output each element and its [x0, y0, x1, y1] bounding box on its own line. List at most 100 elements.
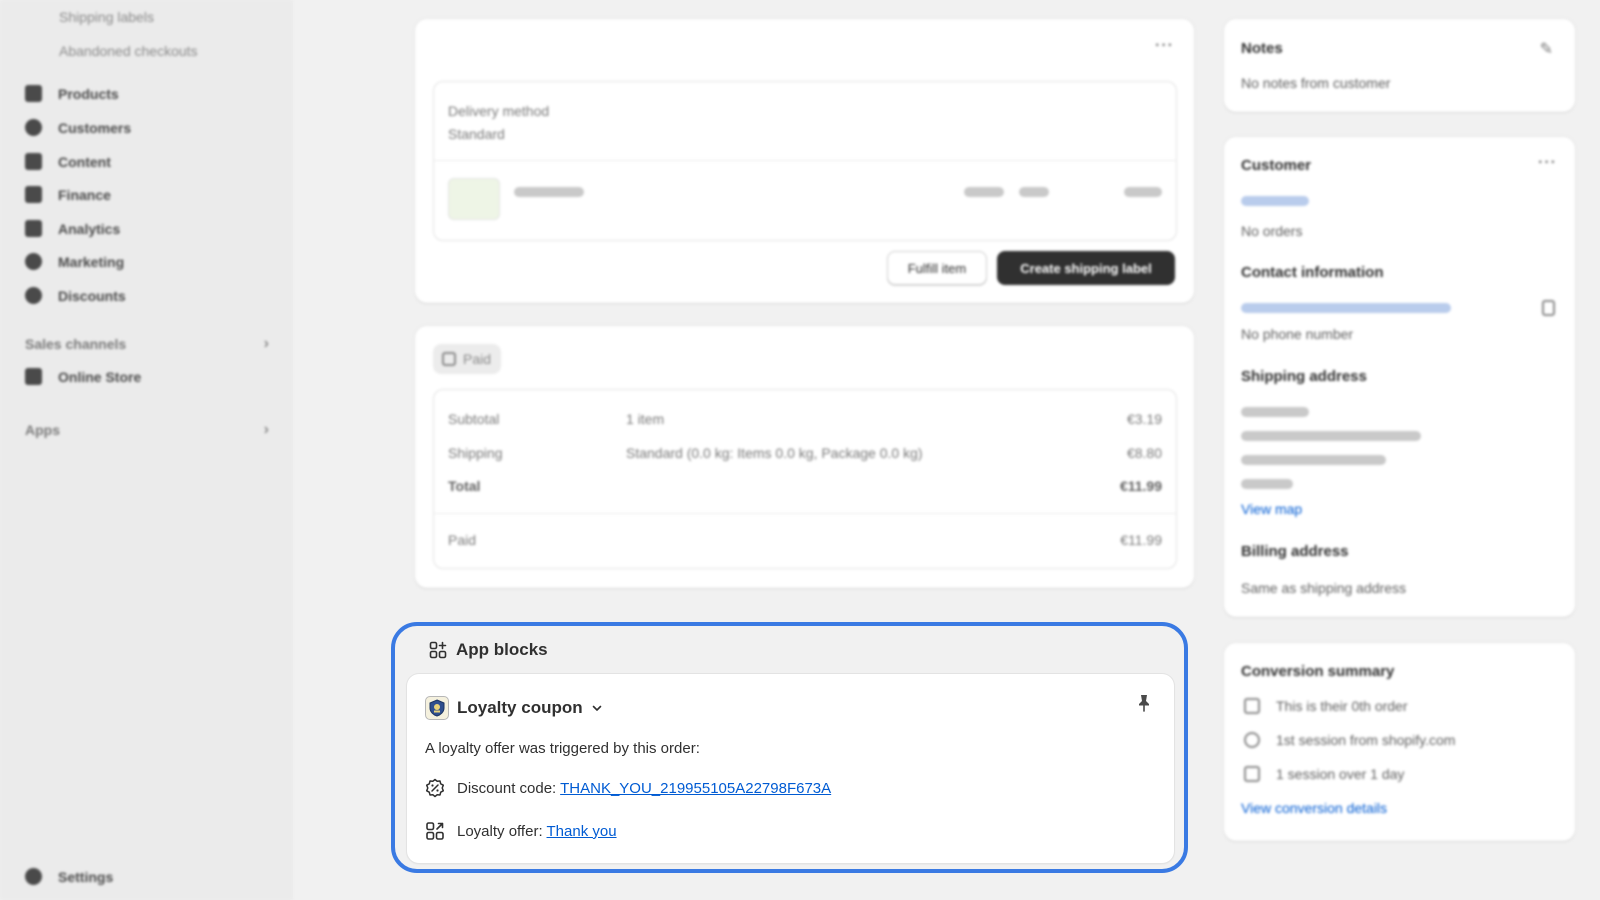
create-shipping-label-button[interactable]: Create shipping label: [997, 251, 1175, 285]
loyalty-apps-icon: [426, 822, 444, 840]
email-link-redacted[interactable]: [1241, 303, 1451, 313]
pencil-icon[interactable]: ✎: [1540, 39, 1553, 59]
delivery-method-value: Standard: [448, 126, 505, 142]
sidebar: Shipping labels Abandoned checkouts Prod…: [0, 0, 293, 900]
pin-icon[interactable]: [1136, 694, 1152, 712]
paid-label: Paid: [448, 532, 477, 548]
copy-icon[interactable]: [1542, 300, 1555, 316]
loyalty-offer-text: Loyalty offer: Thank you: [457, 823, 617, 840]
view-map-link[interactable]: View map: [1241, 501, 1302, 517]
bar-chart-icon: [25, 220, 42, 237]
shipping-label: Shipping: [448, 445, 503, 461]
sidebar-item-analytics[interactable]: Analytics: [25, 220, 120, 237]
loyalty-coupon-card: Loyalty coupon A loyalty offer was trigg…: [407, 674, 1174, 863]
sidebar-item-finance[interactable]: Finance: [25, 186, 111, 203]
shipping-row: Shipping Standard (0.0 kg: Items 0.0 kg,…: [448, 445, 1162, 461]
more-actions-icon[interactable]: ···: [1538, 154, 1557, 172]
sidebar-item-content[interactable]: Content: [25, 153, 111, 170]
product-name-redacted: [514, 187, 584, 197]
conversion-line-2: 1st session from shopify.com: [1276, 732, 1456, 748]
discount-code-line: Discount code: THANK_YOU_219955105A22798…: [425, 778, 831, 798]
billing-address-text: Same as shipping address: [1241, 580, 1406, 596]
customer-card: Customer ··· No orders Contact informati…: [1224, 137, 1575, 617]
shipping-value: €8.80: [1126, 445, 1162, 461]
address-line-redacted: [1241, 455, 1386, 465]
loyalty-offer-line: Loyalty offer: Thank you: [425, 821, 617, 841]
sales-channels-label: Sales channels: [25, 336, 127, 352]
paid-value: €11.99: [1120, 532, 1162, 548]
delivery-method-label: Delivery method: [448, 103, 550, 119]
customer-title: Customer: [1241, 157, 1312, 174]
paid-badge-label: Paid: [463, 351, 492, 367]
order-icon: [1244, 698, 1260, 714]
more-actions-icon[interactable]: ···: [1155, 37, 1174, 55]
discount-code-label: Discount code:: [457, 779, 561, 797]
conversion-line-3: 1 session over 1 day: [1276, 766, 1405, 782]
sidebar-item-online-store[interactable]: Online Store: [25, 368, 141, 385]
view-conversion-details-link[interactable]: View conversion details: [1241, 800, 1387, 816]
total-row: Total €11.99: [448, 478, 1162, 494]
total-value: €11.99: [1119, 478, 1162, 494]
app-blocks-highlight: App blocks Loyalty coupon A loyalty offe…: [391, 622, 1188, 873]
divider: [434, 160, 1176, 161]
address-line-redacted: [1241, 431, 1421, 441]
line-total-redacted: [1124, 187, 1162, 197]
sidebar-item-label: Discounts: [58, 287, 126, 304]
discount-code-link[interactable]: THANK_YOU_219955105A22798F673A: [560, 780, 831, 797]
fulfill-item-button[interactable]: Fulfill item: [887, 251, 987, 285]
sidebar-item-label: Settings: [58, 868, 114, 885]
divider: [434, 513, 1176, 514]
conversion-line-1: This is their 0th order: [1276, 698, 1408, 714]
notes-card: Notes No notes from customer ✎: [1224, 19, 1575, 112]
sidebar-item-label: Products: [58, 85, 119, 102]
sidebar-item-marketing[interactable]: Marketing: [25, 253, 124, 270]
shipping-address-title: Shipping address: [1241, 368, 1367, 385]
conversion-card: Conversion summary This is their 0th ord…: [1224, 643, 1575, 841]
chevron-right-icon: ›: [263, 335, 269, 352]
subtotal-label: Subtotal: [448, 411, 500, 427]
paid-row: Paid €11.99: [448, 532, 1162, 548]
calendar-icon: [1244, 766, 1260, 782]
sales-channels-header[interactable]: Sales channels ›: [25, 335, 269, 353]
sidebar-subitem-abandoned-checkouts[interactable]: Abandoned checkouts: [59, 43, 198, 59]
customer-name-link-redacted[interactable]: [1241, 196, 1309, 206]
contact-title: Contact information: [1241, 264, 1384, 281]
apps-label: Apps: [25, 422, 60, 438]
notes-text: No notes from customer: [1241, 75, 1391, 91]
notes-title: Notes: [1241, 40, 1283, 57]
loyalty-coupon-title: Loyalty coupon: [457, 698, 583, 717]
tag-icon: [25, 85, 42, 102]
loyalty-coupon-dropdown[interactable]: Loyalty coupon: [425, 696, 603, 720]
discount-code-text: Discount code: THANK_YOU_219955105A22798…: [457, 780, 831, 797]
apps-header[interactable]: Apps ›: [25, 421, 269, 439]
payment-summary: Subtotal 1 item €3.19 Shipping Standard …: [433, 389, 1177, 569]
subtotal-desc: 1 item: [626, 411, 665, 427]
conversion-title: Conversion summary: [1241, 663, 1395, 680]
app-blocks-header: App blocks: [429, 640, 548, 660]
payment-card: Paid Subtotal 1 item €3.19 Shipping Stan…: [415, 326, 1194, 588]
total-label: Total: [448, 478, 481, 494]
sidebar-subitem-shipping-labels[interactable]: Shipping labels: [59, 9, 154, 25]
fulfillment-inner: Delivery method Standard: [433, 81, 1177, 241]
fulfillment-card: ··· Delivery method Standard Fulfill ite…: [415, 19, 1194, 303]
sidebar-item-label: Analytics: [58, 220, 121, 237]
gear-icon: [25, 868, 42, 885]
sidebar-item-products[interactable]: Products: [25, 85, 119, 102]
store-icon: [25, 368, 42, 385]
sidebar-item-settings[interactable]: Settings: [25, 868, 113, 885]
checkbox-icon: [442, 352, 456, 366]
quantity-redacted: [1019, 187, 1049, 197]
loyalty-offer-link[interactable]: Thank you: [547, 823, 617, 840]
person-icon: [25, 119, 42, 136]
target-icon: [25, 253, 42, 270]
subtotal-value: €3.19: [1126, 411, 1162, 427]
loyalty-offer-label: Loyalty offer:: [457, 822, 547, 840]
sidebar-item-discounts[interactable]: Discounts: [25, 287, 126, 304]
paid-badge: Paid: [433, 344, 502, 374]
sidebar-item-label: Marketing: [58, 253, 125, 270]
sidebar-item-label: Content: [58, 153, 111, 170]
sidebar-item-label: Online Store: [58, 368, 142, 385]
sidebar-item-customers[interactable]: Customers: [25, 119, 131, 136]
sidebar-item-label: Finance: [58, 186, 111, 203]
customer-orders: No orders: [1241, 223, 1303, 239]
